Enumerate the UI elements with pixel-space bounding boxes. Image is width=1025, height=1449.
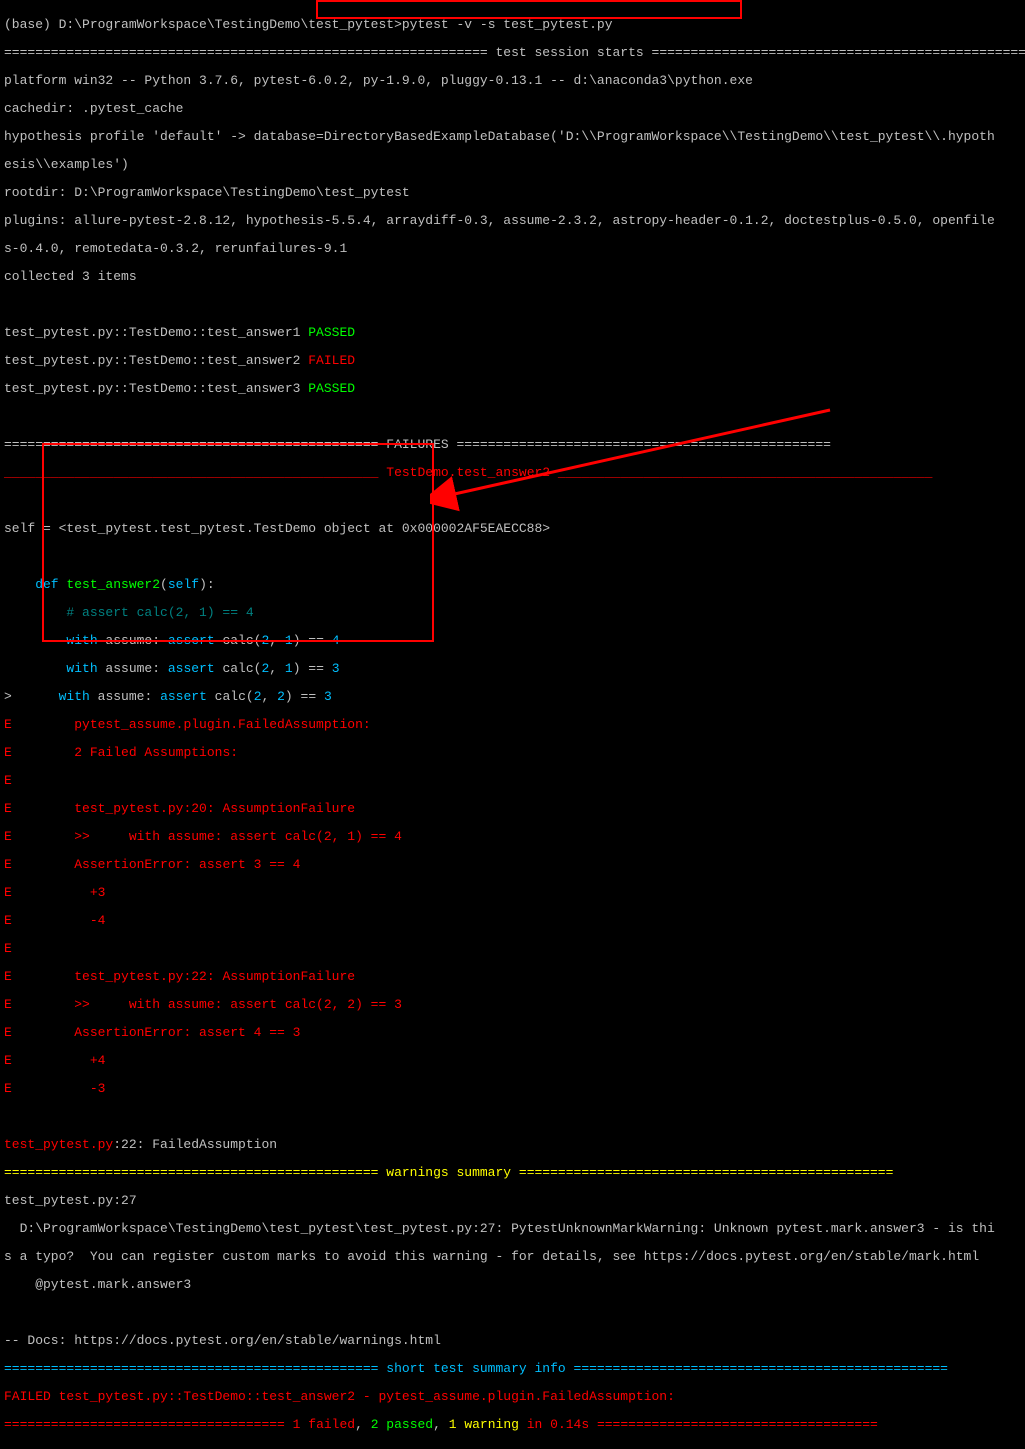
blank-line [4, 1305, 1021, 1320]
e-plugin1: E pytest_assume.plugin.FailedAssumption: [4, 717, 1021, 732]
short-summary-rule: ========================================… [4, 1361, 1021, 1376]
warn-l4: @pytest.mark.answer3 [4, 1277, 1021, 1292]
e-plus4: E +4 [4, 1053, 1021, 1068]
test-result-3: test_pytest.py::TestDemo::test_answer3 P… [4, 381, 1021, 396]
blank-line [4, 493, 1021, 508]
self-repr: self = <test_pytest.test_pytest.TestDemo… [4, 521, 1021, 536]
code-comment: # assert calc(2, 1) == 4 [4, 605, 1021, 620]
terminal-output: (base) D:\ProgramWorkspace\TestingDemo\t… [4, 17, 1021, 32]
blank-line [4, 1109, 1021, 1124]
e-plugin2: E 2 Failed Assumptions: [4, 745, 1021, 760]
rootdir-line: rootdir: D:\ProgramWorkspace\TestingDemo… [4, 185, 1021, 200]
e-af2a: E >> with assume: assert calc(2, 2) == 3 [4, 997, 1021, 1012]
failures-rule: ========================================… [4, 437, 1021, 452]
blank-line [4, 549, 1021, 564]
e-plus3: E +3 [4, 885, 1021, 900]
e-af2: E test_pytest.py:22: AssumptionFailure [4, 969, 1021, 984]
warn-docs: -- Docs: https://docs.pytest.org/en/stab… [4, 1333, 1021, 1348]
e-af1: E test_pytest.py:20: AssumptionFailure [4, 801, 1021, 816]
short-summary-failed: FAILED test_pytest.py::TestDemo::test_an… [4, 1389, 1021, 1404]
test-result-1: test_pytest.py::TestDemo::test_answer1 P… [4, 325, 1021, 340]
test-result-2: test_pytest.py::TestDemo::test_answer2 F… [4, 353, 1021, 368]
hypothesis-line2: esis\\examples') [4, 157, 1021, 172]
warn-l3: s a typo? You can register custom marks … [4, 1249, 1021, 1264]
plugins-line1: plugins: allure-pytest-2.8.12, hypothesi… [4, 213, 1021, 228]
e-blank: E [4, 773, 1021, 788]
code-with-3: > with assume: assert calc(2, 2) == 3 [4, 689, 1021, 704]
prompt: (base) D:\ProgramWorkspace\TestingDemo\t… [4, 17, 402, 32]
e-minus4: E -4 [4, 913, 1021, 928]
plugins-line2: s-0.4.0, remotedata-0.3.2, rerunfailures… [4, 241, 1021, 256]
warn-l2: D:\ProgramWorkspace\TestingDemo\test_pyt… [4, 1221, 1021, 1236]
e-af2b: E AssertionError: assert 4 == 3 [4, 1025, 1021, 1040]
e-minus3: E -3 [4, 1081, 1021, 1096]
failure-title-rule: ________________________________________… [4, 465, 1021, 480]
session-header-rule: ========================================… [4, 45, 1021, 60]
warn-l1: test_pytest.py:27 [4, 1193, 1021, 1208]
warnings-rule: ========================================… [4, 1165, 1021, 1180]
blank-line [4, 297, 1021, 312]
failedassumption-loc: test_pytest.py:22: FailedAssumption [4, 1137, 1021, 1152]
command: pytest -v -s test_pytest.py [402, 17, 613, 32]
code-with-1: with assume: assert calc(2, 1) == 4 [4, 633, 1021, 648]
platform-line: platform win32 -- Python 3.7.6, pytest-6… [4, 73, 1021, 88]
hypothesis-line1: hypothesis profile 'default' -> database… [4, 129, 1021, 144]
cachedir-line: cachedir: .pytest_cache [4, 101, 1021, 116]
final-result: ==================================== 1 f… [4, 1417, 1021, 1432]
e-blank2: E [4, 941, 1021, 956]
code-with-2: with assume: assert calc(2, 1) == 3 [4, 661, 1021, 676]
blank-line [4, 409, 1021, 424]
e-af1a: E >> with assume: assert calc(2, 1) == 4 [4, 829, 1021, 844]
code-def: def test_answer2(self): [4, 577, 1021, 592]
e-af1b: E AssertionError: assert 3 == 4 [4, 857, 1021, 872]
collected-line: collected 3 items [4, 269, 1021, 284]
